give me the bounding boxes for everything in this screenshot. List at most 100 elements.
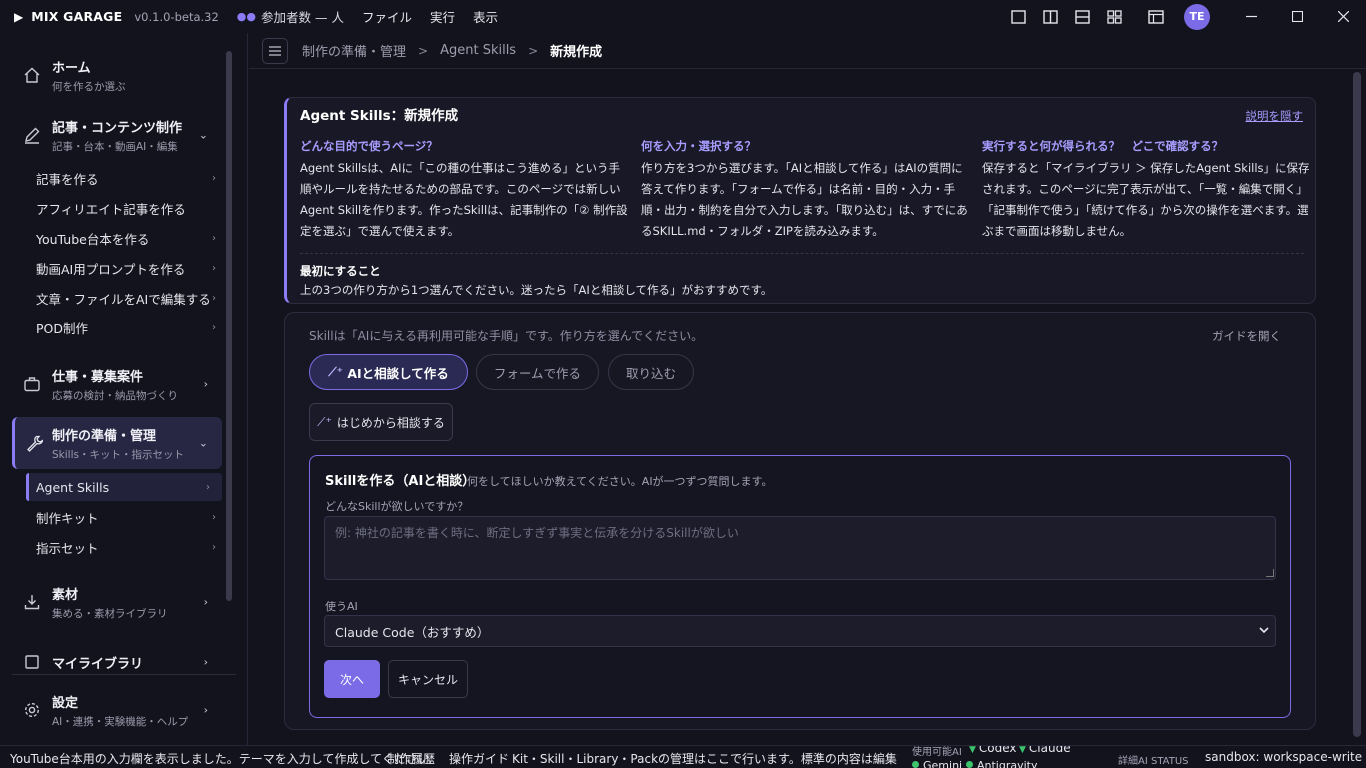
ai-claude-status: ▼ Claude xyxy=(1019,745,1071,755)
form-title: Skillを作る（AIと相談） xyxy=(325,474,476,489)
nav-home[interactable]: ホーム 何を作るか選ぶ xyxy=(12,55,222,95)
breadcrumb-agent-skills[interactable]: Agent Skills xyxy=(440,43,516,58)
info-result: 実行すると何が得られる？ どこで確認する？ 保存すると「マイライブラリ ＞ 保存… xyxy=(982,138,1312,242)
sidebar-item-instructions[interactable]: 指示セット › xyxy=(36,538,216,557)
people-icon: ●● xyxy=(236,10,256,23)
tab-ai-consult[interactable]: ⟋⁺ AIと相談して作る xyxy=(309,354,468,390)
breadcrumb-current: 新規作成 xyxy=(550,45,603,60)
magic-wand-icon: ⟋⁺ xyxy=(317,414,332,429)
nav-settings-sub: AI・連携・実験機能・ヘルプ xyxy=(52,715,189,728)
sidebar-item-edit-ai[interactable]: 文章・ファイルをAIで編集する › xyxy=(36,289,216,308)
breadcrumb-prep[interactable]: 制作の準備・管理 xyxy=(302,41,406,60)
info-purpose-heading: どんな目的で使うページ？ xyxy=(300,139,438,153)
info-purpose-body: Agent Skillsは、AIに「この種の仕事はこう進める」という手順やルール… xyxy=(300,161,628,238)
chevron-right-icon: › xyxy=(212,542,216,553)
tab-form[interactable]: フォームで作る xyxy=(476,354,599,390)
chevron-right-icon: › xyxy=(212,293,216,304)
first-step-heading: 最初にすること xyxy=(300,264,381,278)
skill-question-label: どんなSkillが欲しいですか？ xyxy=(325,500,469,513)
sidebar-item-video-ai[interactable]: 動画AI用プロンプトを作る › xyxy=(36,259,216,278)
chevron-right-icon: › xyxy=(212,512,216,523)
open-guide-button[interactable]: ガイドを開く xyxy=(1212,328,1281,344)
home-icon xyxy=(12,66,52,84)
nav-jobs-title: 仕事・募集案件 xyxy=(52,369,144,385)
nav-prep-title: 制作の準備・管理 xyxy=(52,428,157,444)
info-input-heading: 何を入力・選択する？ xyxy=(641,139,756,153)
ai-gemini-status: Gemini xyxy=(912,759,962,768)
next-button[interactable]: 次へ xyxy=(324,660,380,698)
hide-description-link[interactable]: 説明を隠す xyxy=(1246,108,1304,124)
nav-content[interactable]: 記事・コンテンツ制作 記事・台本・動画AI・編集 ⌄ xyxy=(12,115,222,155)
nav-settings-title: 設定 xyxy=(52,695,79,711)
chevron-down-icon: ⌄ xyxy=(198,128,208,142)
status-bar: YouTube台本用の入力欄を表示しました。テーマを入力して作成してください。 … xyxy=(0,745,1366,768)
sidebar-item-pod[interactable]: POD制作 › xyxy=(36,318,216,337)
layout-single-icon[interactable] xyxy=(1002,0,1034,33)
nav-jobs[interactable]: 仕事・募集案件 応募の検討・納品物づくり › xyxy=(12,364,222,404)
chevron-right-icon: › xyxy=(212,233,216,244)
main-scrollbar[interactable] xyxy=(1353,72,1361,737)
first-step-body: 上の3つの作り方から1つ選んでください。迷ったら「AIと相談して作る」がおすすめ… xyxy=(300,283,773,297)
app-version: v0.1.0-beta.32 xyxy=(134,9,219,24)
nav-settings[interactable]: 設定 AI・連携・実験機能・ヘルプ › xyxy=(12,690,222,730)
menu-view[interactable]: 表示 xyxy=(473,7,498,26)
info-input: 何を入力・選択する？ 作り方を3つから選びます。「AIと相談して作る」はAIの質… xyxy=(641,138,971,242)
ok-indicator-icon: ▼ xyxy=(1019,745,1026,755)
sidebar-item-affiliate[interactable]: アフィリエイト記事を作る xyxy=(36,199,216,218)
nav-materials[interactable]: 素材 集める・素材ライブラリ › xyxy=(12,582,222,622)
layout-columns-icon[interactable] xyxy=(1034,0,1066,33)
chevron-right-icon: › xyxy=(212,173,216,184)
sidebar-item-article[interactable]: 記事を作る › xyxy=(36,169,216,188)
chevron-right-icon: › xyxy=(203,595,208,609)
nav-home-sub: 何を作るか選ぶ xyxy=(52,80,126,93)
layout-grid-icon[interactable] xyxy=(1098,0,1130,33)
skill-request-input[interactable] xyxy=(324,516,1276,580)
sidebar-scrollbar[interactable] xyxy=(226,51,232,601)
ai-antigravity-status: Antigravity xyxy=(966,759,1038,768)
minimize-icon[interactable] xyxy=(1228,0,1274,33)
info-title: Agent Skills：新規作成 xyxy=(300,108,459,124)
menu-file[interactable]: ファイル xyxy=(362,7,412,26)
history-link[interactable]: 制作履歴 xyxy=(387,750,435,767)
nav-materials-title: 素材 xyxy=(52,587,79,603)
start-consult-button[interactable]: ⟋⁺ はじめから相談する xyxy=(309,403,453,441)
sidebar-divider xyxy=(12,674,236,675)
user-avatar[interactable]: TE xyxy=(1184,3,1210,30)
panel-layout-icon[interactable] xyxy=(1140,0,1172,33)
panel-description: Skillは「AIに与える再利用可能な手順」です。作り方を選んでください。 xyxy=(309,329,704,343)
menu-run[interactable]: 実行 xyxy=(430,7,455,26)
hamburger-menu-icon[interactable] xyxy=(262,37,288,64)
layout-rows-icon[interactable] xyxy=(1066,0,1098,33)
nav-home-title: ホーム xyxy=(52,60,91,76)
chevron-down-icon: ⌄ xyxy=(198,436,208,450)
ok-indicator-icon xyxy=(912,761,919,768)
sandbox-mode: sandbox: workspace-write xyxy=(1205,750,1363,764)
nav-prep[interactable]: 制作の準備・管理 Skills・キット・指示セット ⌄ xyxy=(12,417,222,469)
close-icon[interactable] xyxy=(1320,0,1366,33)
info-result-body: 保存すると「マイライブラリ ＞ 保存したAgent Skills」に保存されます… xyxy=(982,161,1310,238)
chevron-right-icon: › xyxy=(203,703,208,717)
breadcrumb: 制作の準備・管理 > Agent Skills > 新規作成 xyxy=(249,33,1366,69)
info-card: Agent Skills：新規作成 説明を隠す どんな目的で使うページ？ Age… xyxy=(284,97,1316,304)
ai-status-detail-link[interactable]: 詳細AI STATUS xyxy=(1118,752,1189,767)
breadcrumb-separator: > xyxy=(528,43,539,58)
tab-import[interactable]: 取り込む xyxy=(608,354,694,390)
app-name: MIX GARAGE xyxy=(31,9,123,24)
status-notice: Kit・Skill・Library・Packの管理はここで行います。標準の内容は… xyxy=(512,752,898,766)
sidebar-item-agent-skills[interactable]: Agent Skills › xyxy=(26,473,222,501)
nav-content-sub: 記事・台本・動画AI・編集 xyxy=(52,140,178,153)
chevron-right-icon: › xyxy=(203,377,208,391)
nav-library-title: マイライブラリ xyxy=(52,656,144,672)
operation-guide-link[interactable]: 操作ガイド xyxy=(449,750,509,767)
ok-indicator-icon: ▼ xyxy=(969,745,976,755)
cancel-button[interactable]: キャンセル xyxy=(388,660,468,698)
form-subtitle: 何をしてほしいか教えてください。AIが一つずつ質問します。 xyxy=(467,475,773,488)
play-icon[interactable]: ▶ xyxy=(14,10,23,24)
chevron-down-icon xyxy=(1259,624,1269,637)
sidebar-item-kit[interactable]: 制作キット › xyxy=(36,508,216,527)
textarea-resize-handle[interactable] xyxy=(1266,569,1274,577)
status-message: YouTube台本用の入力欄を表示しました。テーマを入力して作成してください。 xyxy=(10,752,442,766)
ai-select[interactable]: Claude Code（おすすめ） xyxy=(324,615,1276,647)
sidebar-item-youtube[interactable]: YouTube台本を作る › xyxy=(36,229,216,248)
maximize-icon[interactable] xyxy=(1274,0,1320,33)
